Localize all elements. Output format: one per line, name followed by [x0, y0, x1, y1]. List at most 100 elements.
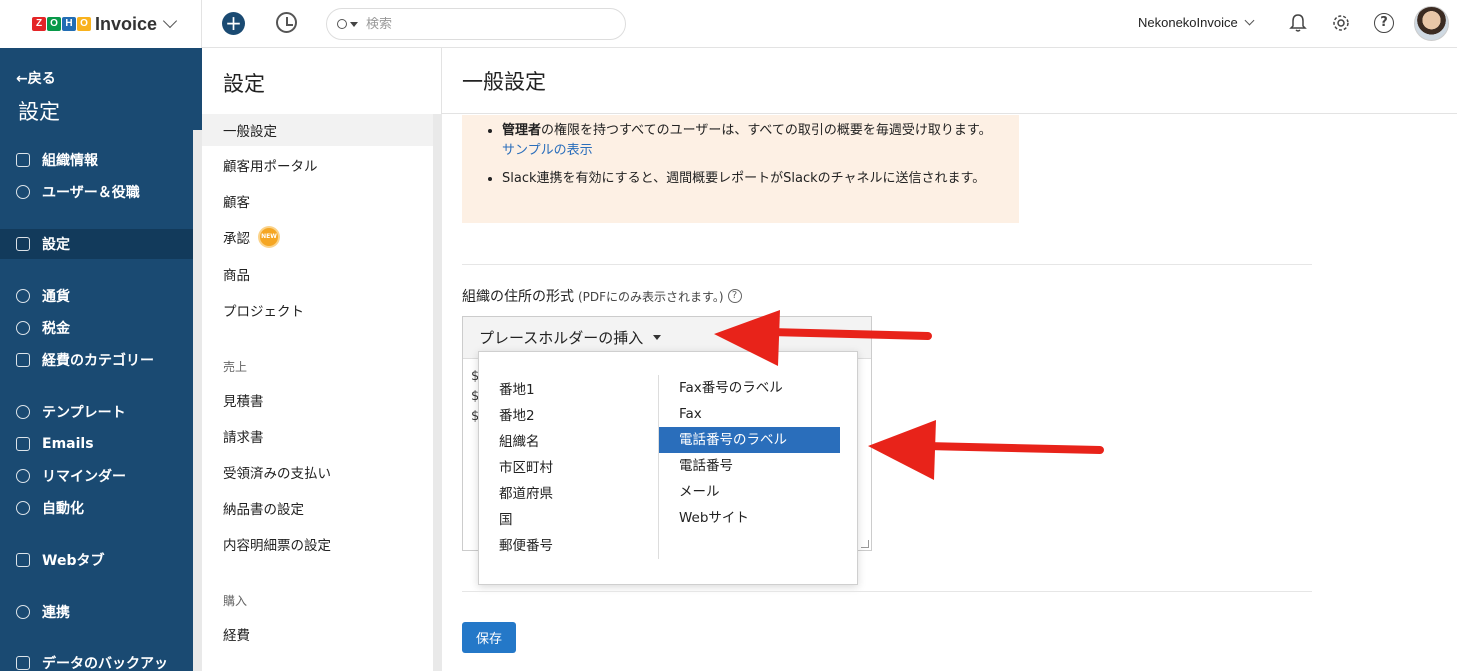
sidebar-item-label: 通貨 — [42, 289, 70, 305]
help-icon[interactable]: ? — [1374, 13, 1394, 33]
history-icon[interactable] — [276, 12, 297, 33]
placeholder-option[interactable]: 番地2 — [499, 403, 649, 429]
page-title: 一般設定 — [462, 70, 546, 94]
sidebar-scrollbar[interactable] — [193, 130, 202, 671]
settings-menu: 設定 一般設定 顧客用ポータル 顧客 承認 NEW 商品 プロジェクト 売上 見積… — [202, 48, 442, 671]
building-icon — [16, 153, 30, 167]
quick-create-button[interactable]: + — [222, 12, 245, 35]
sidebar-item-settings[interactable]: 設定 — [0, 229, 193, 259]
settings-item-label: 受領済みの支払い — [223, 466, 331, 482]
settings-item-payments-received[interactable]: 受領済みの支払い — [202, 456, 433, 488]
settings-item-label: 一般設定 — [223, 124, 277, 140]
sidebar-item-label: Webタブ — [42, 553, 105, 569]
mail-icon — [16, 437, 30, 451]
palette-icon — [16, 405, 30, 419]
settings-item-approvals[interactable]: 承認 NEW — [202, 221, 433, 253]
note-bold: 管理者 — [502, 123, 542, 138]
new-badge: NEW — [260, 228, 278, 246]
sidebar-item-label: データのバックアッ — [42, 656, 168, 671]
app-name: Invoice — [95, 13, 158, 34]
settings-item-projects[interactable]: プロジェクト — [202, 294, 433, 326]
app-brand[interactable]: Z O H O Invoice — [0, 0, 202, 48]
sidebar-item-data-backup[interactable]: データのバックアッ — [0, 648, 193, 671]
placeholder-option[interactable]: Webサイト — [659, 505, 840, 531]
caret-down-icon[interactable] — [350, 21, 358, 27]
settings-item-label: 顧客 — [223, 195, 250, 211]
address-format-label: 組織の住所の形式 (PDFにのみ表示されます。) ? — [462, 286, 742, 306]
placeholder-option[interactable]: 郵便番号 — [499, 533, 649, 559]
sidebar-item-reminders[interactable]: リマインダー — [0, 461, 193, 491]
back-link[interactable]: ←戻る — [16, 68, 56, 88]
category-icon — [16, 353, 30, 367]
settings-item-label: 内容明細票の設定 — [223, 538, 331, 554]
main-content: 一般設定 管理者の権限を持つすべてのユーザーは、すべての取引の概要を毎週受け取り… — [442, 48, 1457, 671]
sidebar-item-automation[interactable]: 自動化 — [0, 493, 193, 523]
sidebar-item-org-profile[interactable]: 組織情報 — [0, 145, 193, 175]
placeholder-option[interactable]: 国 — [499, 507, 649, 533]
plug-icon — [16, 605, 30, 619]
placeholder-option[interactable]: メール — [659, 479, 840, 505]
sidebar-item-web-tabs[interactable]: Webタブ — [0, 545, 193, 575]
placeholder-option[interactable]: 組織名 — [499, 429, 649, 455]
settings-item-label: 見積書 — [223, 394, 264, 410]
resize-handle[interactable] — [861, 540, 869, 548]
sidebar-item-label: 連携 — [42, 605, 70, 621]
top-bar: Z O H O Invoice + NekonekoInvoice ? — [0, 0, 1457, 48]
settings-item-items[interactable]: 商品 — [202, 258, 433, 290]
settings-scrollbar[interactable] — [433, 114, 442, 671]
settings-item-label: 顧客用ポータル — [223, 159, 318, 175]
sidebar-item-users-roles[interactable]: ユーザー＆役職 — [0, 177, 193, 207]
sidebar-item-label: テンプレート — [42, 405, 126, 421]
search-bar[interactable] — [326, 8, 626, 40]
settings-item-label: プロジェクト — [223, 304, 304, 320]
settings-item-delivery-notes[interactable]: 納品書の設定 — [202, 492, 433, 524]
address-format-hint: (PDFにのみ表示されます。) — [578, 289, 724, 304]
placeholder-option[interactable]: 番地1 — [499, 377, 649, 403]
sidebar-item-templates[interactable]: テンプレート — [0, 397, 193, 427]
sidebar-item-label: 税金 — [42, 321, 70, 337]
settings-item-label: 請求書 — [223, 430, 264, 446]
placeholder-option-highlighted[interactable]: 電話番号のラベル — [659, 427, 840, 453]
avatar[interactable] — [1414, 6, 1449, 41]
users-icon — [16, 185, 30, 199]
placeholder-list-right: Fax番号のラベル Fax 電話番号のラベル 電話番号 メール Webサイト — [658, 375, 840, 559]
org-switcher[interactable]: NekonekoInvoice — [1138, 15, 1255, 30]
note-text: の権限を持つすべてのユーザーは、すべての取引の概要を毎週受け取ります。 — [541, 123, 992, 138]
placeholder-option[interactable]: 都道府県 — [499, 481, 649, 507]
settings-item-invoices[interactable]: 請求書 — [202, 420, 433, 452]
placeholder-option[interactable]: Fax番号のラベル — [659, 375, 840, 401]
gear-icon[interactable] — [1331, 13, 1351, 33]
tab-icon — [16, 553, 30, 567]
annotation-arrow-icon — [714, 310, 932, 366]
question-icon[interactable]: ? — [727, 289, 742, 303]
placeholder-option[interactable]: 電話番号 — [659, 453, 840, 479]
sidebar-item-currency[interactable]: 通貨 — [0, 281, 193, 311]
sidebar-item-expense-categories[interactable]: 経費のカテゴリー — [0, 345, 193, 375]
insert-placeholder-label: プレースホルダーの挿入 — [479, 329, 644, 347]
settings-item-packing-slips[interactable]: 内容明細票の設定 — [202, 528, 433, 560]
settings-item-general[interactable]: 一般設定 — [202, 114, 433, 146]
settings-item-label: 承認 — [223, 231, 250, 247]
sidebar-item-taxes[interactable]: 税金 — [0, 313, 193, 343]
divider — [462, 264, 1312, 265]
settings-item-quotes[interactable]: 見積書 — [202, 384, 433, 416]
sidebar-title: 設定 — [18, 100, 60, 124]
sidebar-item-label: 組織情報 — [42, 153, 98, 169]
sample-link[interactable]: サンプルの表示 — [502, 143, 593, 158]
note-item: 管理者の権限を持つすべてのユーザーは、すべての取引の概要を毎週受け取ります。 サ… — [502, 121, 1003, 161]
settings-item-customers[interactable]: 顧客 — [202, 185, 433, 217]
sidebar-item-label: リマインダー — [42, 469, 126, 485]
placeholder-option[interactable]: 市区町村 — [499, 455, 649, 481]
sidebar-item-integrations[interactable]: 連携 — [0, 597, 193, 627]
settings-item-label: 経費 — [223, 628, 250, 644]
settings-item-label: 商品 — [223, 268, 250, 284]
settings-item-customer-portal[interactable]: 顧客用ポータル — [202, 149, 433, 181]
save-button[interactable]: 保存 — [462, 622, 516, 653]
sidebar-item-emails[interactable]: Emails — [0, 429, 193, 459]
search-icon — [337, 19, 347, 29]
settings-item-expenses[interactable]: 経費 — [202, 618, 433, 650]
search-input[interactable] — [366, 16, 606, 32]
placeholder-option[interactable]: Fax — [659, 401, 840, 427]
bell-icon[interactable] — [1289, 13, 1307, 33]
note-item: Slack連携を有効にすると、週間概要レポートがSlackのチャネルに送信されま… — [502, 169, 1003, 189]
